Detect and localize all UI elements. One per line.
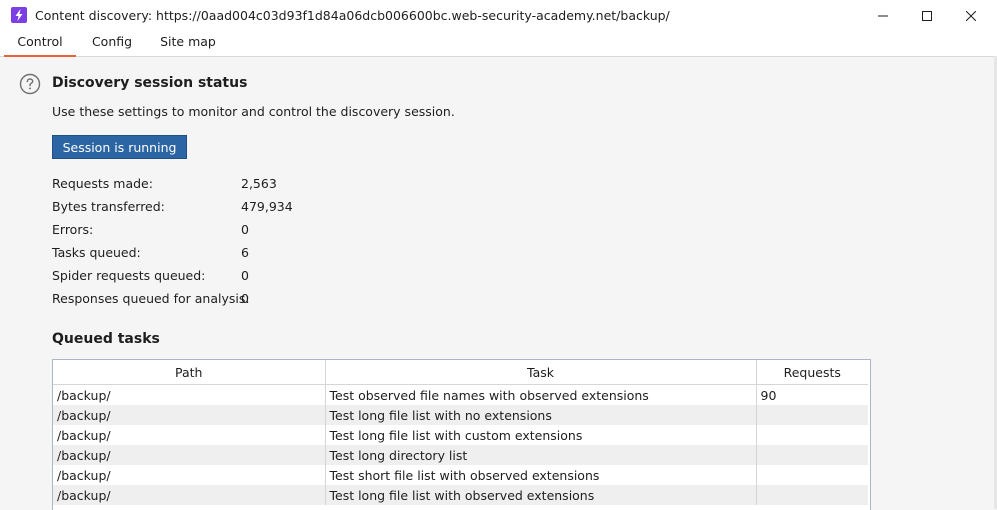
burp-lightning-icon — [11, 7, 27, 23]
window-title: Content discovery: https://0aad004c03d93… — [35, 8, 670, 23]
stat-value-responses-queued: 0 — [241, 291, 249, 306]
status-heading: Discovery session status — [52, 75, 248, 91]
table-row[interactable]: /backup/ Test long directory list — [53, 445, 868, 465]
cell-task: Test short file list with observed exten… — [325, 465, 757, 485]
tab-bar: Control Config Site map — [0, 31, 997, 57]
stat-value-spider-queued: 0 — [241, 268, 249, 283]
column-header-path[interactable]: Path — [53, 360, 326, 385]
cell-requests — [756, 445, 868, 465]
cell-task: Test long file list with observed extens… — [325, 485, 757, 505]
stat-value-errors: 0 — [241, 222, 249, 237]
session-toggle-button[interactable]: Session is running — [52, 135, 187, 159]
tab-config[interactable]: Config — [84, 35, 140, 56]
cell-path: /backup/ — [53, 485, 326, 505]
table-row[interactable]: /backup/ Test long file list with observ… — [53, 485, 868, 505]
stat-label-errors: Errors: — [52, 222, 94, 237]
cell-requests — [756, 485, 868, 505]
close-icon — [966, 10, 976, 21]
tab-control[interactable]: Control — [4, 35, 76, 57]
column-header-task[interactable]: Task — [325, 360, 757, 385]
stat-label-requests: Requests made: — [52, 176, 153, 191]
cell-path: /backup/ — [53, 425, 326, 445]
cell-requests — [756, 465, 868, 485]
stat-label-tasks-queued: Tasks queued: — [52, 245, 141, 260]
stat-value-bytes: 479,934 — [241, 199, 293, 214]
cell-requests — [756, 405, 868, 425]
status-description: Use these settings to monitor and contro… — [52, 104, 455, 119]
cell-path: /backup/ — [53, 405, 326, 425]
table-row[interactable]: /backup/ Test long file list with custom… — [53, 425, 868, 445]
minimize-button[interactable] — [860, 0, 906, 31]
column-header-requests[interactable]: Requests — [756, 360, 868, 385]
table-row[interactable]: /backup/ Test observed file names with o… — [53, 384, 868, 405]
stat-label-spider-queued: Spider requests queued: — [52, 268, 206, 283]
close-button[interactable] — [948, 0, 994, 31]
cell-path: /backup/ — [53, 445, 326, 465]
stat-value-tasks-queued: 6 — [241, 245, 249, 260]
maximize-icon — [922, 10, 932, 21]
queued-tasks-table: Path Task Requests /backup/ Test observe… — [52, 359, 871, 510]
title-bar: Content discovery: https://0aad004c03d93… — [0, 0, 997, 31]
cell-task: Test long directory list — [325, 445, 757, 465]
cell-task: Test long file list with no extensions — [325, 405, 757, 425]
stat-label-responses-queued: Responses queued for analysis: — [52, 291, 250, 306]
table-row[interactable]: /backup/ Test long file list with no ext… — [53, 405, 868, 425]
queued-tasks-heading: Queued tasks — [52, 331, 160, 347]
stat-value-requests: 2,563 — [241, 176, 277, 191]
cell-requests: 90 — [756, 384, 868, 405]
stat-label-bytes: Bytes transferred: — [52, 199, 165, 214]
tab-site-map[interactable]: Site map — [153, 35, 223, 56]
minimize-icon — [878, 15, 888, 16]
table-row[interactable]: /backup/ Test short file list with obser… — [53, 465, 868, 485]
cell-path: /backup/ — [53, 465, 326, 485]
help-icon[interactable] — [19, 73, 41, 95]
cell-task: Test observed file names with observed e… — [325, 384, 757, 405]
cell-task: Test long file list with custom extensio… — [325, 425, 757, 445]
cell-requests — [756, 425, 868, 445]
cell-path: /backup/ — [53, 384, 326, 405]
maximize-button[interactable] — [904, 0, 950, 31]
